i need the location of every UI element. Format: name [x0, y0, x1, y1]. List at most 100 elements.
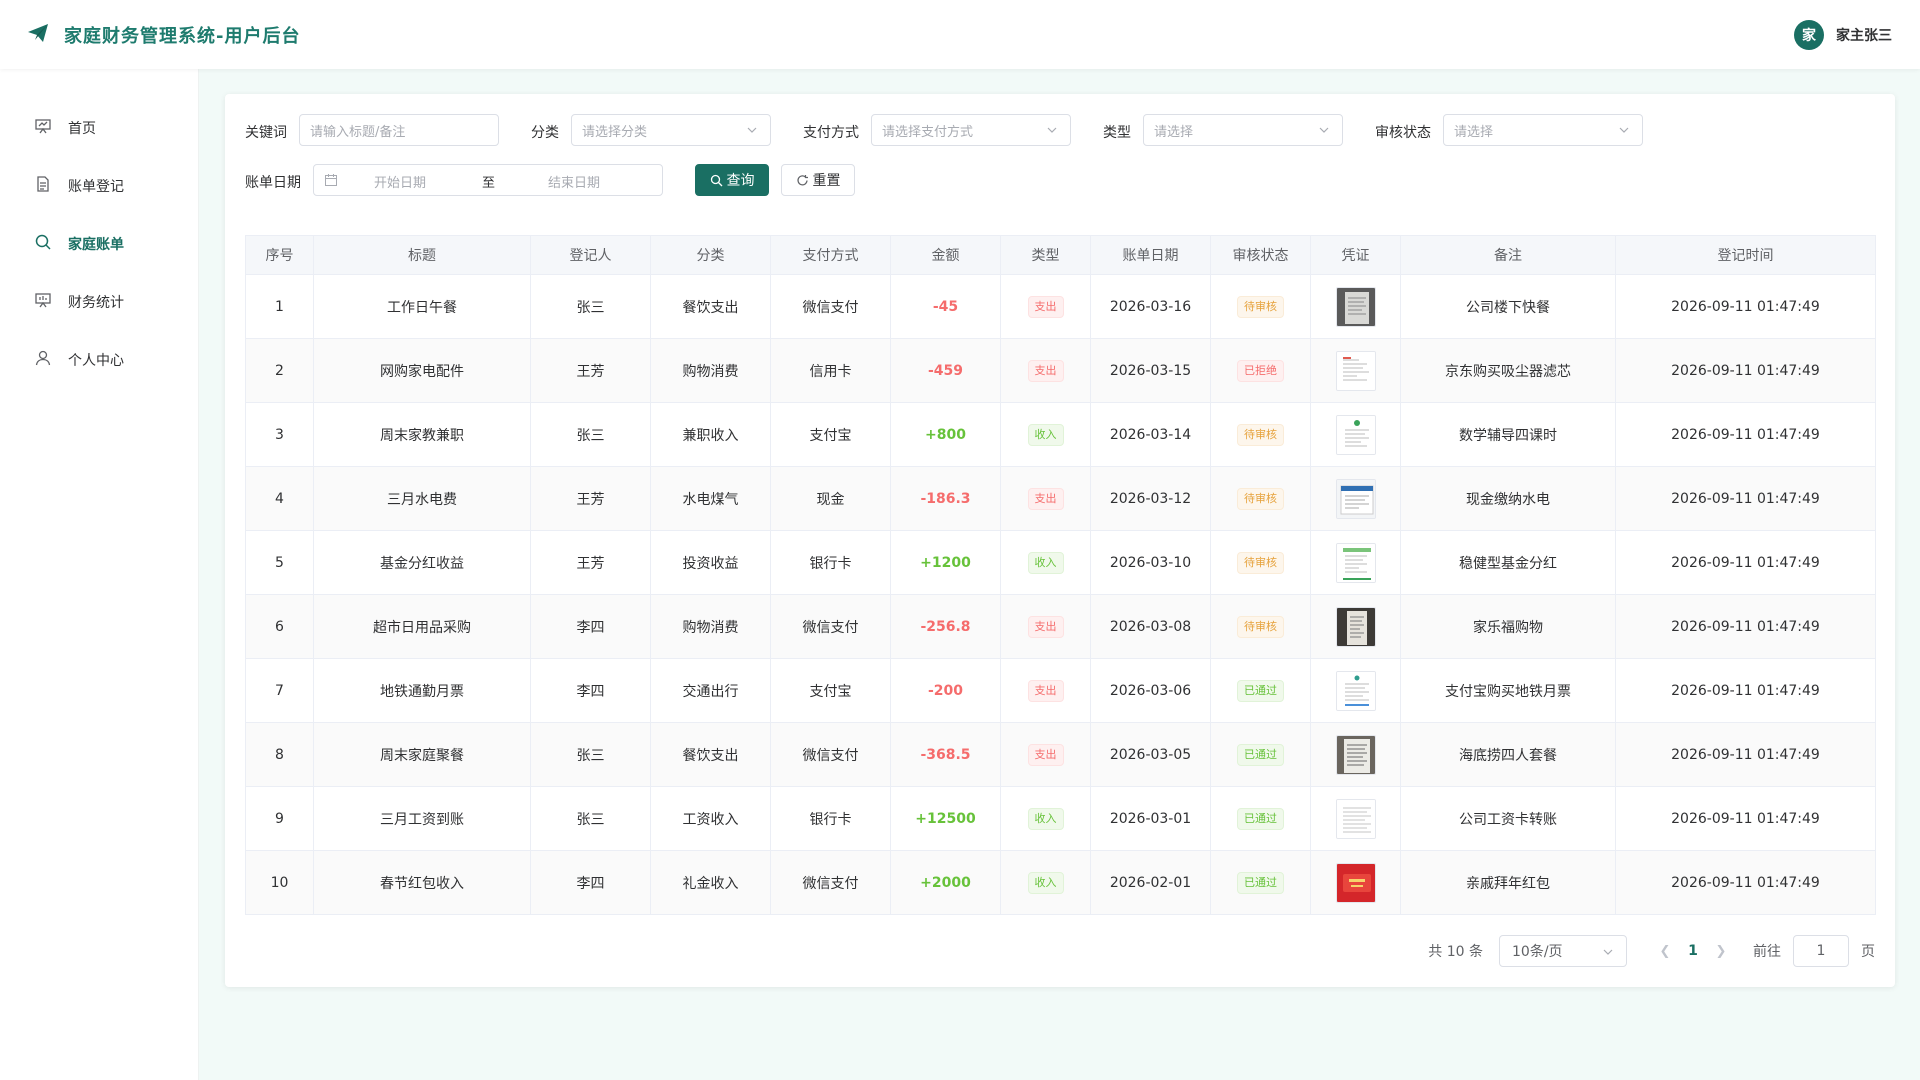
cell-no: 1: [245, 274, 314, 339]
category-select[interactable]: 请选择分类: [571, 114, 771, 146]
next-page-icon[interactable]: ❯: [1709, 944, 1733, 959]
page-size-select[interactable]: 10条/页: [1499, 935, 1627, 967]
status-select[interactable]: 请选择: [1443, 114, 1643, 146]
cell-note: 公司工资卡转账: [1400, 786, 1616, 851]
cell-category: 餐饮支出: [650, 722, 771, 787]
brand[interactable]: 家庭财务管理系统-用户后台: [26, 21, 300, 49]
query-button[interactable]: 查询: [695, 164, 769, 196]
cell-date: 2026-03-08: [1090, 594, 1211, 659]
cell-category: 投资收益: [650, 530, 771, 595]
cell-voucher: [1310, 338, 1401, 403]
cell-user: 李四: [530, 594, 651, 659]
voucher-thumbnail[interactable]: [1335, 862, 1376, 903]
date-end-placeholder[interactable]: 结束日期: [548, 172, 600, 191]
cell-user: 张三: [530, 402, 651, 467]
sidebar-item-home[interactable]: 首页: [0, 99, 198, 157]
type-select[interactable]: 请选择: [1143, 114, 1343, 146]
voucher-thumbnail[interactable]: [1335, 350, 1376, 391]
keyword-input[interactable]: 请输入标题/备注: [299, 114, 499, 146]
cell-user: 张三: [530, 722, 651, 787]
bill-list-card: 关键词 请输入标题/备注 分类 请选择分类 支付方式 请选择支付方式 类型 请选…: [225, 94, 1895, 987]
prev-page-icon[interactable]: ❮: [1653, 944, 1677, 959]
type-tag: 支出: [1027, 487, 1064, 510]
cell-date: 2026-03-14: [1090, 402, 1211, 467]
col-header-status: 审核状态: [1210, 235, 1311, 275]
cell-no: 9: [245, 786, 314, 851]
voucher-thumbnail[interactable]: [1335, 798, 1376, 839]
app-title: 家庭财务管理系统-用户后台: [64, 25, 301, 47]
cell-status: 待审核: [1210, 466, 1311, 531]
cell-no: 2: [245, 338, 314, 403]
voucher-thumbnail[interactable]: [1335, 542, 1376, 583]
cell-payment: 微信支付: [770, 850, 891, 915]
table-row[interactable]: 5 基金分红收益 王芳 投资收益 银行卡 +1200 收入 2026-03-10 待审核 稳健型基…: [245, 530, 1876, 595]
cell-status: 已通过: [1210, 786, 1311, 851]
cell-created: 2026-09-11 01:47:49: [1615, 338, 1876, 403]
top-header: 家庭财务管理系统-用户后台 家 家主张三: [0, 0, 1920, 69]
voucher-thumbnail[interactable]: [1335, 670, 1376, 711]
page-size-value: 10条/页: [1512, 944, 1563, 960]
reset-button-label: 重置: [812, 173, 841, 189]
cell-category: 礼金收入: [650, 850, 771, 915]
sidebar-item-bill-register[interactable]: 账单登记: [0, 157, 198, 215]
cell-amount: -186.3: [890, 466, 1001, 531]
voucher-thumbnail[interactable]: [1335, 414, 1376, 455]
cell-amount: -368.5: [890, 722, 1001, 787]
table-row[interactable]: 2 网购家电配件 王芳 购物消费 信用卡 -459 支出 2026-03-15 已拒绝 京东购买吸…: [245, 338, 1876, 403]
cell-no: 10: [245, 850, 314, 915]
receipt-image-icon: [1336, 479, 1375, 518]
table-row[interactable]: 9 三月工资到账 张三 工资收入 银行卡 +12500 收入 2026-03-01 已通过 公司工…: [245, 786, 1876, 851]
cell-note: 稳健型基金分红: [1400, 530, 1616, 595]
sidebar-item-statistics[interactable]: 财务统计: [0, 273, 198, 331]
cell-user: 王芳: [530, 466, 651, 531]
col-header-type: 类型: [1000, 235, 1091, 275]
cell-voucher: [1310, 530, 1401, 595]
cell-status: 待审核: [1210, 402, 1311, 467]
cell-status: 待审核: [1210, 530, 1311, 595]
col-header-category: 分类: [650, 235, 771, 275]
cell-voucher: [1310, 402, 1401, 467]
cell-type: 收入: [1000, 530, 1091, 595]
chart-board-icon: [34, 291, 52, 313]
type-label: 类型: [1103, 125, 1131, 141]
cell-voucher: [1310, 658, 1401, 723]
payment-select[interactable]: 请选择支付方式: [871, 114, 1071, 146]
table-row[interactable]: 3 周末家教兼职 张三 兼职收入 支付宝 +800 收入 2026-03-14 待审核 数学辅导四…: [245, 402, 1876, 467]
voucher-thumbnail[interactable]: [1335, 606, 1376, 647]
dashboard-icon: [34, 117, 52, 139]
date-start-placeholder[interactable]: 开始日期: [374, 172, 426, 191]
status-tag: 已通过: [1237, 871, 1284, 894]
table-row[interactable]: 6 超市日用品采购 李四 购物消费 微信支付 -256.8 支出 2026-03-08 待审核 家…: [245, 594, 1876, 659]
status-tag: 待审核: [1237, 423, 1284, 446]
cell-date: 2026-02-01: [1090, 850, 1211, 915]
cell-note: 海底捞四人套餐: [1400, 722, 1616, 787]
chevron-down-icon: [1603, 949, 1613, 955]
amount-value: +800: [925, 426, 966, 443]
cell-payment: 支付宝: [770, 658, 891, 723]
table-row[interactable]: 7 地铁通勤月票 李四 交通出行 支付宝 -200 支出 2026-03-06 已通过 支付宝购买…: [245, 658, 1876, 723]
date-range-picker[interactable]: 开始日期 至 结束日期: [313, 164, 663, 196]
cell-amount: +2000: [890, 850, 1001, 915]
cell-title: 网购家电配件: [313, 338, 531, 403]
table-row[interactable]: 10 春节红包收入 李四 礼金收入 微信支付 +2000 收入 2026-02-01 已通过 亲戚…: [245, 850, 1876, 915]
chevron-down-icon: [1319, 127, 1329, 133]
voucher-thumbnail[interactable]: [1335, 734, 1376, 775]
table-row[interactable]: 1 工作日午餐 张三 餐饮支出 微信支付 -45 支出 2026-03-16 待审核 公司楼下快餐…: [245, 274, 1876, 339]
cell-payment: 银行卡: [770, 786, 891, 851]
cell-user: 张三: [530, 274, 651, 339]
voucher-thumbnail[interactable]: [1335, 478, 1376, 519]
user-name[interactable]: 家主张三: [1836, 25, 1892, 45]
avatar[interactable]: 家: [1794, 19, 1824, 50]
reset-button[interactable]: 重置: [781, 164, 855, 196]
search-icon: [710, 174, 722, 186]
receipt-image-icon: [1336, 671, 1375, 710]
sidebar-item-family-bills[interactable]: 家庭账单: [0, 215, 198, 273]
voucher-thumbnail[interactable]: [1335, 286, 1376, 327]
goto-page-input[interactable]: 1: [1793, 935, 1849, 967]
table-row[interactable]: 8 周末家庭聚餐 张三 餐饮支出 微信支付 -368.5 支出 2026-03-05 已通过 海底…: [245, 722, 1876, 787]
user-menu[interactable]: 家 家主张三: [1794, 19, 1892, 50]
cell-no: 7: [245, 658, 314, 723]
table-row[interactable]: 4 三月水电费 王芳 水电煤气 现金 -186.3 支出 2026-03-12 待审核 现金缴纳水…: [245, 466, 1876, 531]
sidebar-item-profile[interactable]: 个人中心: [0, 331, 198, 389]
page-number-current[interactable]: 1: [1677, 943, 1709, 959]
